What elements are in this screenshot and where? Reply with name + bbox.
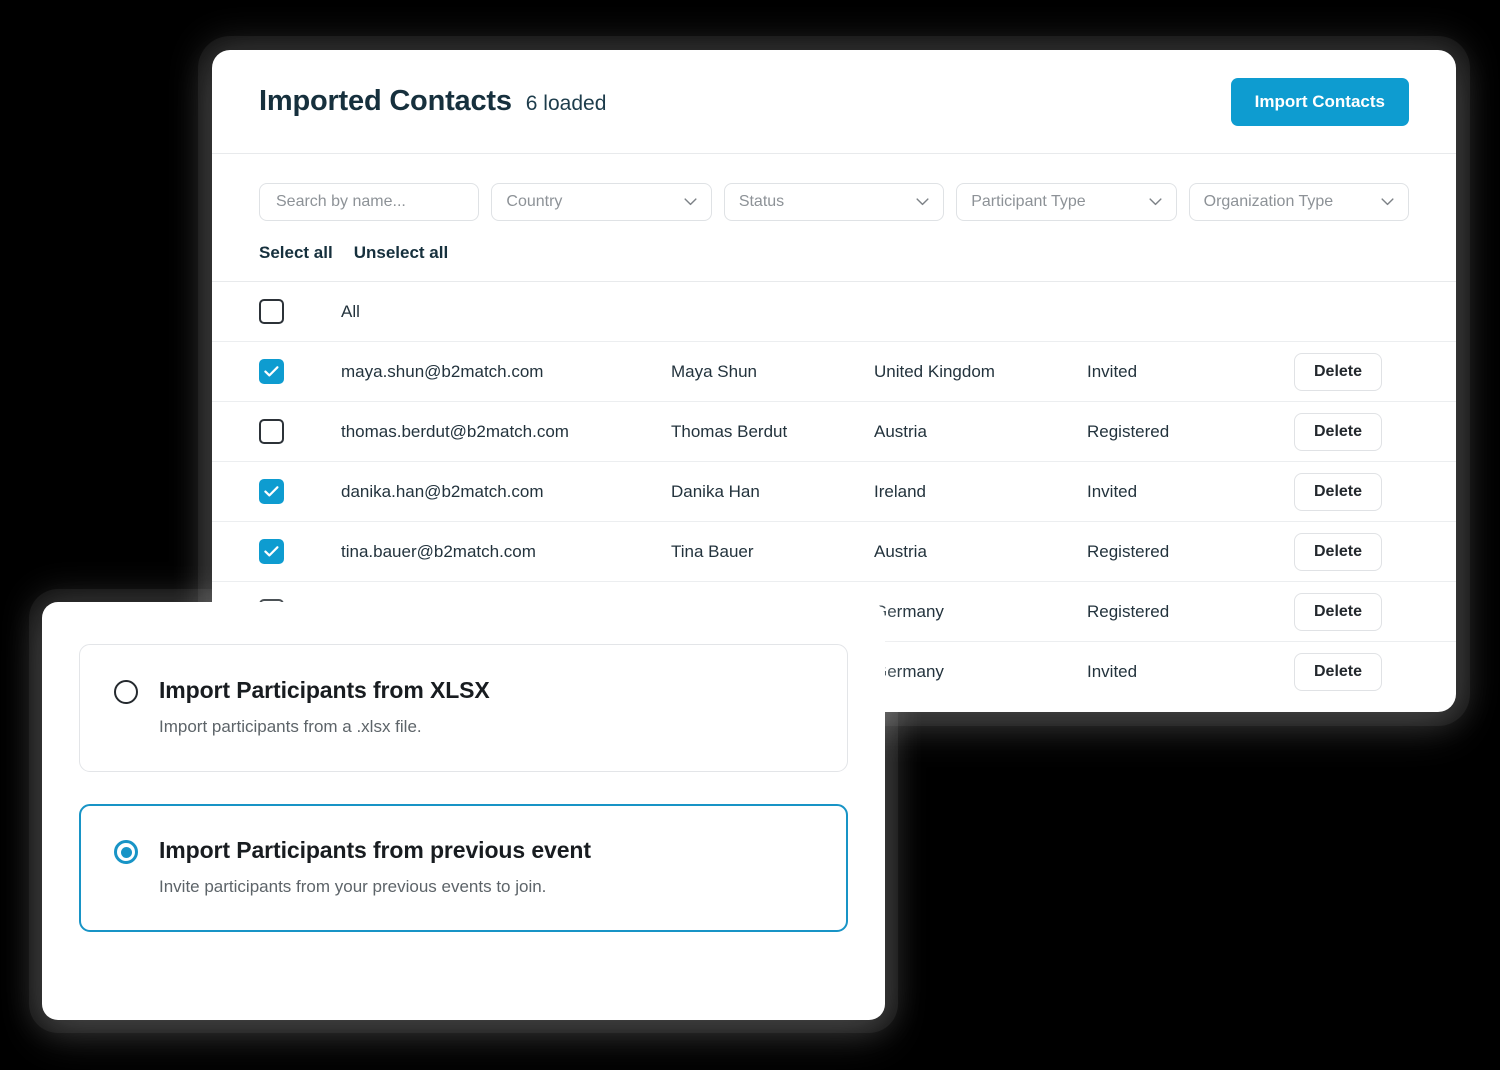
cell-status: Registered [1087, 541, 1170, 561]
cell-country: United Kingdom [874, 361, 995, 381]
cell-status: Invited [1087, 361, 1138, 381]
row-checkbox[interactable] [259, 419, 284, 444]
cell-name: Danika Han [671, 481, 760, 501]
radio-icon[interactable] [114, 840, 138, 864]
cell-name: Thomas Berdut [671, 421, 788, 441]
import-options-modal: Import Participants from XLSX Import par… [42, 602, 885, 1020]
bulk-actions-row: Select all Unselect all [212, 221, 1456, 282]
status-filter-select[interactable]: Status [723, 183, 945, 221]
search-input[interactable] [274, 192, 465, 212]
delete-button[interactable]: Delete [1294, 532, 1383, 571]
import-option-xlsx-description: Import participants from a .xlsx file. [159, 717, 422, 736]
delete-button[interactable]: Delete [1294, 412, 1383, 451]
radio-icon[interactable] [114, 680, 138, 704]
search-field[interactable] [259, 183, 480, 221]
filters-row: Country Status Participant Type Organiza… [212, 154, 1456, 221]
cell-status: Registered [1087, 421, 1170, 441]
cell-country: Germany [874, 662, 944, 681]
chevron-down-icon [1381, 198, 1394, 206]
cell-country: Austria [874, 541, 927, 561]
import-option-xlsx-text: Import Participants from XLSX Import par… [159, 677, 490, 737]
participant-type-filter-select[interactable]: Participant Type [956, 183, 1177, 221]
cell-action: Delete [1294, 653, 1409, 691]
organization-type-filter-label: Organization Type [1203, 193, 1334, 210]
cell-action: Delete [1294, 592, 1409, 631]
delete-button[interactable]: Delete [1294, 352, 1383, 391]
chevron-down-icon [916, 198, 929, 206]
cell-checkbox [259, 419, 341, 444]
cell-action: Delete [1294, 412, 1409, 451]
import-option-previous-event[interactable]: Import Participants from previous event … [79, 804, 848, 932]
cell-status: Registered [1087, 601, 1170, 621]
cell-action: Delete [1294, 532, 1409, 571]
all-row-label: All [341, 301, 360, 321]
check-icon [264, 366, 279, 377]
table-row: thomas.berdut@b2match.com Thomas Berdut … [212, 402, 1456, 462]
card-header: Imported Contacts 6 loaded Import Contac… [212, 50, 1456, 154]
cell-country: Austria [874, 421, 927, 441]
row-checkbox[interactable] [259, 479, 284, 504]
country-filter-select[interactable]: Country [491, 183, 712, 221]
row-checkbox[interactable] [259, 359, 284, 384]
radio-dot [120, 846, 132, 858]
delete-button[interactable]: Delete [1294, 653, 1383, 691]
cell-checkbox [259, 479, 341, 504]
chevron-down-icon [1149, 198, 1162, 206]
import-option-xlsx[interactable]: Import Participants from XLSX Import par… [79, 644, 848, 772]
page-title: Imported Contacts [259, 85, 512, 117]
table-row-all: All [212, 282, 1456, 342]
cell-country: Ireland [874, 481, 926, 501]
select-all-link[interactable]: Select all [259, 243, 333, 263]
import-option-previous-event-description: Invite participants from your previous e… [159, 877, 547, 896]
check-icon [264, 486, 279, 497]
cell-status: Invited [1087, 481, 1138, 501]
cell-checkbox [259, 299, 341, 324]
cell-name: Maya Shun [671, 361, 757, 381]
unselect-all-link[interactable]: Unselect all [354, 243, 449, 263]
status-filter-label: Status [738, 193, 785, 210]
delete-button[interactable]: Delete [1294, 472, 1383, 511]
cell-action: Delete [1294, 472, 1409, 511]
cell-action: Delete [1294, 352, 1409, 391]
cell-country: Germany [874, 601, 944, 621]
loaded-count: 6 loaded [525, 92, 607, 115]
table-row: danika.han@b2match.com Danika Han Irelan… [212, 462, 1456, 522]
cell-email: thomas.berdut@b2match.com [341, 421, 569, 441]
cell-checkbox [259, 539, 341, 564]
check-icon [264, 546, 279, 557]
cell-checkbox [259, 359, 341, 384]
cell-email: maya.shun@b2match.com [341, 361, 544, 381]
organization-type-filter-select[interactable]: Organization Type [1188, 183, 1410, 221]
import-option-xlsx-title: Import Participants from XLSX [159, 677, 490, 703]
country-filter-label: Country [506, 193, 563, 210]
cell-email: tina.bauer@b2match.com [341, 541, 536, 561]
participant-type-filter-label: Participant Type [971, 193, 1086, 210]
cell-name: Tina Bauer [671, 541, 754, 561]
select-all-checkbox[interactable] [259, 299, 284, 324]
chevron-down-icon [684, 198, 697, 206]
cell-status: Invited [1087, 662, 1138, 681]
cell-email: danika.han@b2match.com [341, 481, 544, 501]
import-contacts-button[interactable]: Import Contacts [1230, 77, 1409, 126]
delete-button[interactable]: Delete [1294, 592, 1383, 631]
table-row: tina.bauer@b2match.com Tina Bauer Austri… [212, 522, 1456, 582]
import-option-previous-event-text: Import Participants from previous event … [159, 837, 591, 897]
import-option-previous-event-title: Import Participants from previous event [159, 837, 591, 863]
title-group: Imported Contacts 6 loaded [259, 85, 1231, 118]
row-checkbox[interactable] [259, 539, 284, 564]
table-row: maya.shun@b2match.com Maya Shun United K… [212, 342, 1456, 402]
